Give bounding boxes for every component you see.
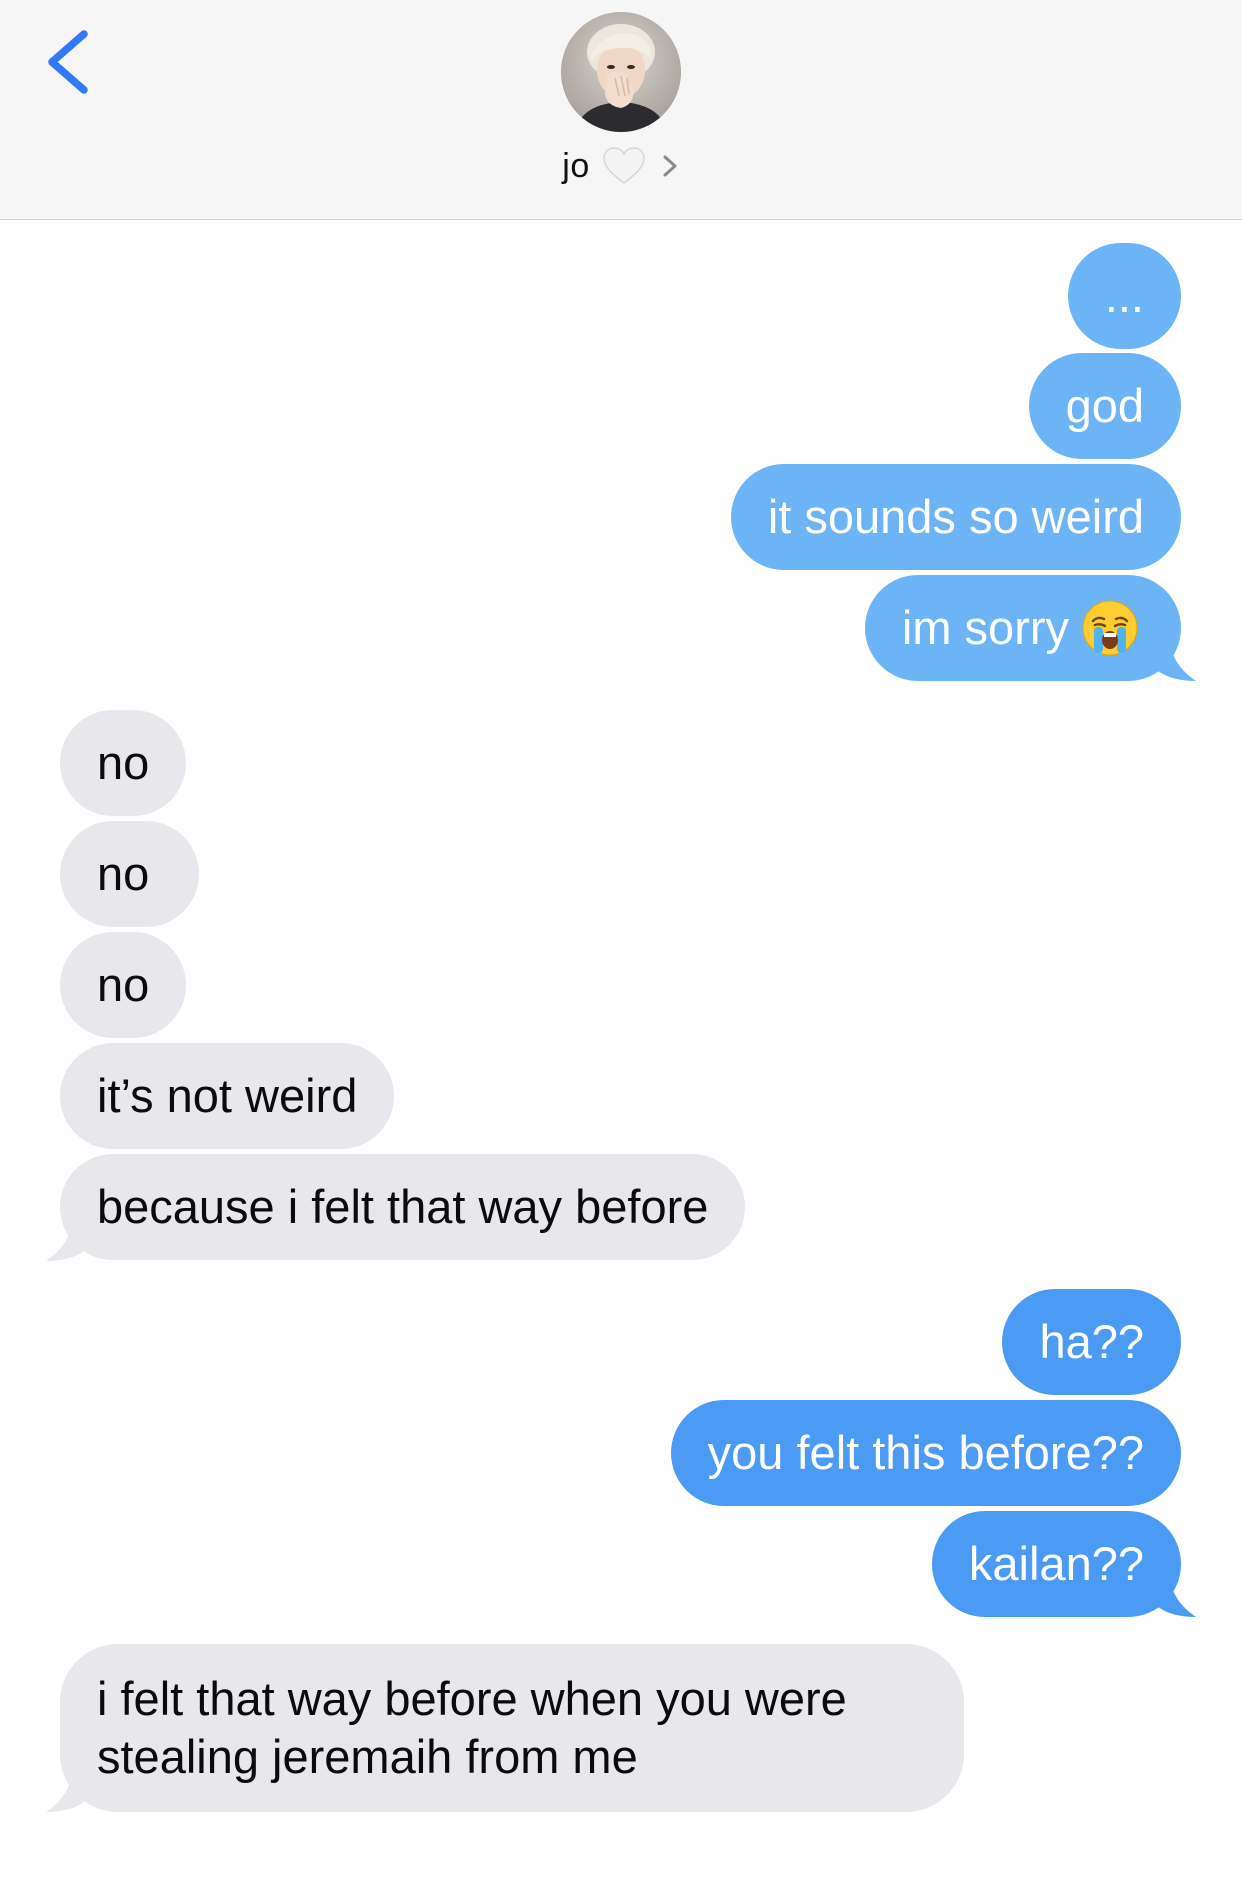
contact-info-button[interactable]: jo bbox=[0, 138, 1242, 194]
message-bubble-sent[interactable]: it sounds so weird bbox=[730, 464, 1181, 570]
message-bubble-received[interactable]: it’s not weird bbox=[60, 1043, 395, 1149]
white-heart-icon bbox=[602, 147, 645, 184]
loudly-crying-face-icon bbox=[1082, 600, 1138, 656]
messages-screen: jo ... god it sounds so weird im sorry n… bbox=[0, 0, 1242, 1885]
message-text: it sounds so weird bbox=[767, 490, 1144, 543]
message-text: it’s not weird bbox=[97, 1069, 358, 1122]
message-text: because i felt that way before bbox=[97, 1180, 709, 1233]
message-bubble-sent[interactable]: ha?? bbox=[1002, 1289, 1181, 1395]
message-bubble-sent[interactable]: kailan?? bbox=[931, 1511, 1181, 1617]
message-bubble-received[interactable]: i felt that way before when you were ste… bbox=[60, 1644, 964, 1812]
message-bubble-sent[interactable]: you felt this before?? bbox=[670, 1400, 1181, 1506]
chevron-left-icon bbox=[48, 30, 88, 94]
message-text: no bbox=[97, 736, 150, 789]
message-text: im sorry bbox=[901, 601, 1069, 654]
message-text: god bbox=[1065, 379, 1144, 432]
message-text: ha?? bbox=[1039, 1315, 1144, 1368]
message-text: you felt this before?? bbox=[707, 1426, 1144, 1479]
bubble-tail bbox=[46, 1221, 84, 1261]
message-text: ... bbox=[1104, 269, 1144, 322]
message-bubble-sent[interactable]: ... bbox=[1067, 243, 1181, 349]
bubble-tail bbox=[1158, 1577, 1196, 1617]
message-bubble-received[interactable]: no bbox=[60, 710, 187, 816]
message-bubble-received[interactable]: no bbox=[60, 932, 187, 1038]
message-text: no bbox=[97, 847, 150, 900]
conversation-header: jo bbox=[0, 0, 1242, 220]
message-bubble-sent[interactable]: im sorry bbox=[864, 575, 1181, 681]
avatar[interactable] bbox=[561, 12, 681, 132]
avatar-photo bbox=[561, 12, 681, 132]
message-text: i felt that way before when you were ste… bbox=[97, 1672, 847, 1783]
message-bubble-received[interactable]: no bbox=[60, 821, 200, 927]
message-bubble-received[interactable]: because i felt that way before bbox=[60, 1154, 746, 1260]
bubble-tail bbox=[46, 1772, 84, 1812]
message-bubble-sent[interactable]: god bbox=[1028, 353, 1181, 459]
message-text: kailan?? bbox=[968, 1537, 1144, 1590]
chevron-right-icon bbox=[663, 155, 677, 177]
back-button[interactable] bbox=[40, 22, 100, 102]
bubble-tail bbox=[1158, 641, 1196, 681]
contact-name: jo bbox=[562, 146, 590, 185]
message-text: no bbox=[97, 958, 150, 1011]
